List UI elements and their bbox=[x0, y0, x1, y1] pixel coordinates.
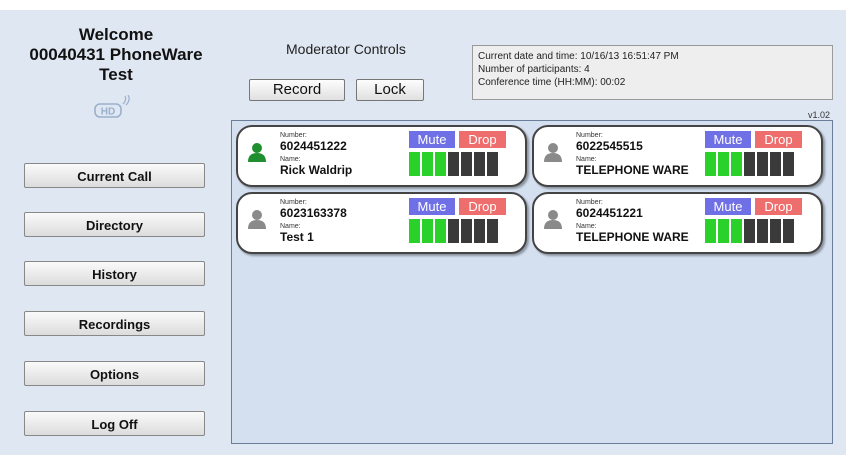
recordings-button[interactable]: Recordings bbox=[24, 311, 205, 336]
meter-segment bbox=[731, 152, 742, 176]
meter-segment bbox=[783, 219, 794, 243]
user-icon bbox=[544, 143, 562, 162]
meter-segment bbox=[744, 219, 755, 243]
name-label: Name: bbox=[576, 156, 597, 163]
participant-name: Rick Waldrip bbox=[280, 163, 353, 177]
number-label: Number: bbox=[280, 199, 307, 206]
account-line: 00040431 PhoneWare bbox=[29, 45, 203, 64]
meter-segment bbox=[770, 152, 781, 176]
meter-segment bbox=[422, 152, 433, 176]
mute-button[interactable]: Mute bbox=[409, 131, 455, 148]
participant-name: TELEPHONE WARE bbox=[576, 230, 689, 244]
participant-card: Number: 6022545515 Name: TELEPHONE WARE … bbox=[532, 125, 823, 187]
participant-card: Number: 6024451221 Name: TELEPHONE WARE … bbox=[532, 192, 823, 254]
version-label: v1.02 bbox=[808, 110, 831, 120]
hd-logo-icon: HD bbox=[94, 95, 130, 118]
participant-count: Number of participants: 4 bbox=[478, 64, 590, 75]
meter-segment bbox=[474, 219, 485, 243]
participants-panel: Number: 6024451222 Name: Rick Waldrip Mu… bbox=[231, 120, 833, 444]
meter-segment bbox=[487, 219, 498, 243]
log-off-button[interactable]: Log Off bbox=[24, 411, 205, 436]
participant-name: TELEPHONE WARE bbox=[576, 163, 689, 177]
meter-segment bbox=[783, 152, 794, 176]
options-button[interactable]: Options bbox=[24, 361, 205, 386]
volume-meter bbox=[705, 152, 794, 176]
name-label: Name: bbox=[280, 223, 301, 230]
meter-segment bbox=[422, 219, 433, 243]
mute-button[interactable]: Mute bbox=[705, 198, 751, 215]
meter-segment bbox=[461, 219, 472, 243]
welcome-text: Welcome bbox=[78, 25, 154, 44]
participant-number: 6022545515 bbox=[576, 139, 643, 153]
meter-segment bbox=[718, 152, 729, 176]
participant-card: Number: 6024451222 Name: Rick Waldrip Mu… bbox=[236, 125, 527, 187]
meter-segment bbox=[448, 152, 459, 176]
participant-number: 6024451221 bbox=[576, 206, 643, 220]
user-icon bbox=[248, 143, 266, 162]
number-label: Number: bbox=[576, 199, 603, 206]
name-label: Name: bbox=[280, 156, 301, 163]
lock-button[interactable]: Lock bbox=[356, 79, 424, 101]
conference-info-box: Current date and time: 10/16/13 16:51:47… bbox=[472, 45, 833, 100]
meter-segment bbox=[757, 152, 768, 176]
record-button[interactable]: Record bbox=[249, 79, 345, 101]
drop-button[interactable]: Drop bbox=[459, 198, 506, 215]
meter-segment bbox=[705, 219, 716, 243]
meter-segment bbox=[744, 152, 755, 176]
meter-segment bbox=[461, 152, 472, 176]
moderator-controls-title: Moderator Controls bbox=[286, 41, 406, 57]
meter-segment bbox=[409, 152, 420, 176]
meter-segment bbox=[435, 219, 446, 243]
current-date-time: Current date and time: 10/16/13 16:51:47… bbox=[478, 51, 679, 62]
drop-button[interactable]: Drop bbox=[755, 131, 802, 148]
meter-segment bbox=[757, 219, 768, 243]
directory-button[interactable]: Directory bbox=[24, 212, 205, 237]
participant-number: 6024451222 bbox=[280, 139, 347, 153]
meter-segment bbox=[770, 219, 781, 243]
current-call-button[interactable]: Current Call bbox=[24, 163, 205, 188]
mute-button[interactable]: Mute bbox=[705, 131, 751, 148]
volume-meter bbox=[409, 219, 498, 243]
meter-segment bbox=[448, 219, 459, 243]
volume-meter bbox=[705, 219, 794, 243]
conference-time: Conference time (HH:MM): 00:02 bbox=[478, 77, 626, 88]
volume-meter bbox=[409, 152, 498, 176]
meter-segment bbox=[435, 152, 446, 176]
hd-logo-text: HD bbox=[101, 107, 115, 118]
mute-button[interactable]: Mute bbox=[409, 198, 455, 215]
user-icon bbox=[248, 210, 266, 229]
number-label: Number: bbox=[280, 132, 307, 139]
number-label: Number: bbox=[576, 132, 603, 139]
participant-number: 6023163378 bbox=[280, 206, 347, 220]
history-button[interactable]: History bbox=[24, 261, 205, 286]
meter-segment bbox=[474, 152, 485, 176]
meter-segment bbox=[705, 152, 716, 176]
account-name: Test bbox=[99, 65, 133, 84]
participant-name: Test 1 bbox=[280, 230, 314, 244]
participant-card: Number: 6023163378 Name: Test 1 Mute Dro… bbox=[236, 192, 527, 254]
meter-segment bbox=[409, 219, 420, 243]
meter-segment bbox=[731, 219, 742, 243]
welcome-block: Welcome 00040431 PhoneWare Test bbox=[0, 25, 232, 85]
drop-button[interactable]: Drop bbox=[755, 198, 802, 215]
drop-button[interactable]: Drop bbox=[459, 131, 506, 148]
meter-segment bbox=[718, 219, 729, 243]
name-label: Name: bbox=[576, 223, 597, 230]
meter-segment bbox=[487, 152, 498, 176]
user-icon bbox=[544, 210, 562, 229]
